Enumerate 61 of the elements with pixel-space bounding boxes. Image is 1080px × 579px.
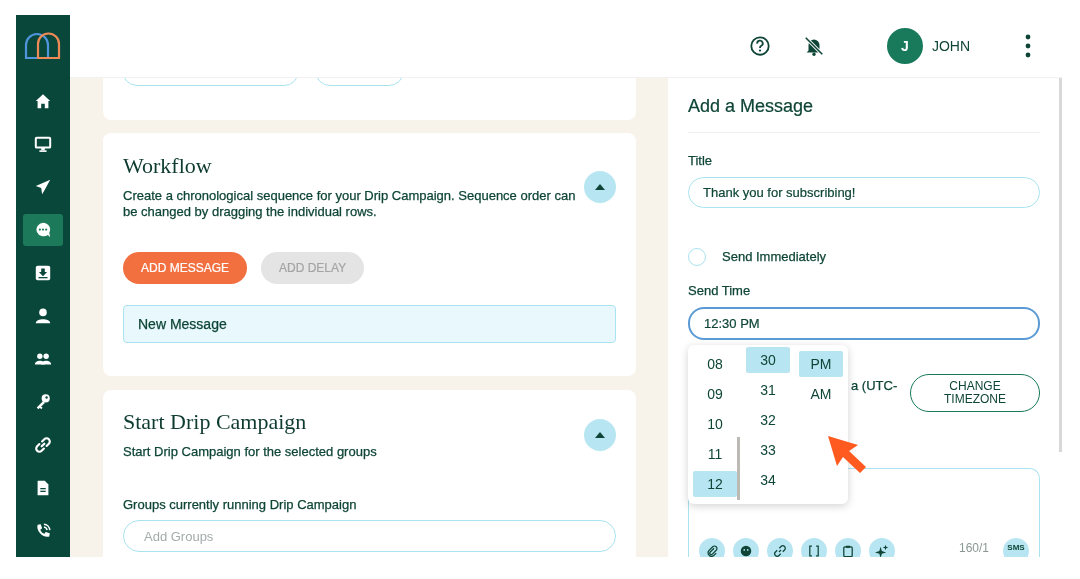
chat-icon xyxy=(34,221,52,239)
hour-option[interactable]: 10 xyxy=(693,411,737,437)
sidebar-item[interactable] xyxy=(23,214,63,246)
toolbar-button[interactable] xyxy=(767,538,793,557)
scrollbar xyxy=(737,437,740,500)
section-description: Start Drip Campaign for the selected groups xyxy=(123,444,377,460)
hour-option[interactable]: 12 xyxy=(693,471,737,497)
groups-input[interactable]: Add Groups xyxy=(123,520,616,552)
character-count: 160/1 xyxy=(958,541,989,555)
home-icon xyxy=(34,92,52,110)
title-input[interactable]: Thank you for subscribing! xyxy=(688,177,1040,209)
field-label: Title xyxy=(688,153,714,169)
period-option[interactable]: PM xyxy=(799,351,843,377)
bell-off-icon[interactable] xyxy=(802,35,825,57)
minute-option[interactable]: 31 xyxy=(746,377,790,403)
toolbar-button[interactable] xyxy=(801,538,827,557)
hour-option[interactable]: 08 xyxy=(693,351,737,377)
clipboard-icon xyxy=(841,544,855,557)
link-icon xyxy=(34,436,52,454)
toolbar-button[interactable] xyxy=(733,538,759,557)
toolbar-button[interactable] xyxy=(835,538,861,557)
emoji-icon xyxy=(739,544,753,557)
hour-option[interactable]: 11 xyxy=(693,441,737,467)
help-icon[interactable] xyxy=(748,35,771,57)
collapse-button[interactable] xyxy=(584,418,616,451)
user-icon xyxy=(34,307,52,325)
timezone-text: a (UTC- xyxy=(851,377,898,393)
minute-option[interactable]: 34 xyxy=(746,467,790,493)
field-label: Send Time xyxy=(688,283,752,300)
brackets-icon xyxy=(807,544,821,557)
message-row[interactable]: New Message xyxy=(123,305,616,343)
minute-option[interactable]: 32 xyxy=(746,407,790,433)
collapse-button[interactable] xyxy=(584,170,616,203)
paperclip-icon xyxy=(705,544,719,557)
inbox-icon xyxy=(34,264,52,282)
time-input[interactable]: 12:30 PM xyxy=(688,307,1040,340)
field-label: Groups currently running Drip Campaign xyxy=(123,497,358,512)
minute-option[interactable]: 30 xyxy=(746,347,790,373)
user-avatar[interactable]: J xyxy=(886,28,923,64)
section-description: Create a chronological sequence for your Drip Campaign. Sequence order can be changed by dragging the individual rows. xyxy=(123,188,577,220)
more-icon[interactable] xyxy=(1024,34,1032,58)
send-icon xyxy=(34,178,52,196)
link-icon xyxy=(773,544,787,557)
toolbar-button[interactable] xyxy=(869,538,895,557)
caret-icon xyxy=(595,183,605,190)
minute-option[interactable]: 33 xyxy=(746,437,790,463)
hour-option[interactable]: 09 xyxy=(693,381,737,407)
monitor-icon xyxy=(34,135,52,153)
logo-icon xyxy=(24,31,62,59)
toolbar-button[interactable] xyxy=(699,538,725,557)
section-title: Start Drip Campaign xyxy=(123,409,308,435)
change-timezone-button[interactable]: CHANGE TIMEZONE xyxy=(910,373,1040,412)
sms-badge: SMS xyxy=(1003,538,1029,557)
sparkle-icon xyxy=(875,544,889,557)
caret-icon xyxy=(595,431,605,438)
panel-title: Add a Message xyxy=(688,95,815,117)
section-title: Workflow xyxy=(123,153,213,179)
radio-label[interactable]: Send Immediately xyxy=(722,249,827,266)
period-option[interactable]: AM xyxy=(799,381,843,407)
user-name[interactable]: JOHN xyxy=(931,38,970,54)
key-icon xyxy=(34,393,52,411)
